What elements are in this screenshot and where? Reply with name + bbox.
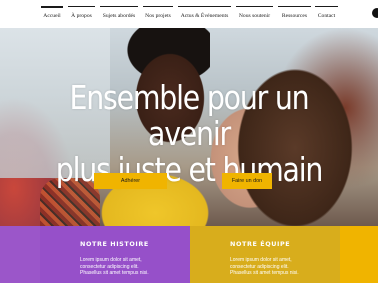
history-section-decor-strip <box>0 226 40 283</box>
nav-item-nos-projets[interactable]: Nos projets <box>143 6 173 28</box>
history-text-line: Lorem ipsum dolor sit amet, <box>80 257 142 263</box>
hero-title: Ensemble pour un avenir plus juste et hu… <box>26 80 351 188</box>
join-button[interactable]: Adhérer <box>94 173 167 189</box>
team-section: NOTRE ÉQUIPE Lorem ipsum dolor sit amet,… <box>190 226 340 283</box>
team-text-line: consectetur adipiscing elit. <box>230 263 289 270</box>
team-text-line: Lorem ipsum dolor sit amet, <box>230 257 292 263</box>
nav-item-nous-soutenir[interactable]: Nous soutenir <box>236 6 273 28</box>
nav-item-a-propos[interactable]: À propos <box>68 6 95 28</box>
nav-item-actus-evenements[interactable]: Actus & Événements <box>178 6 231 28</box>
hero-banner: Ensemble pour un avenir plus juste et hu… <box>0 28 378 226</box>
hero-title-line-1: Ensemble pour un avenir <box>69 78 310 153</box>
nav-item-sujets-abordes[interactable]: Sujets abordés <box>100 6 138 28</box>
history-text-line: consectetur adipiscing elit. <box>80 263 139 270</box>
nav-item-contact[interactable]: Contact <box>315 6 338 28</box>
team-section-title: NOTRE ÉQUIPE <box>230 240 291 248</box>
main-navigation: Accueil À propos Sujets abordés Nos proj… <box>0 0 378 28</box>
history-section: NOTRE HISTOIRE Lorem ipsum dolor sit ame… <box>40 226 190 283</box>
team-section-decor-strip <box>340 226 378 283</box>
history-text-line: Phasellus sit amet tempus nisi. <box>80 270 149 277</box>
nav-item-accueil[interactable]: Accueil <box>41 6 63 28</box>
nav-item-ressources[interactable]: Ressources <box>278 6 311 28</box>
hero-title-line-2: plus juste et humain <box>55 150 324 189</box>
team-text-line: Phasellus sit amet tempus nisi. <box>230 270 299 277</box>
menu-toggle-icon[interactable] <box>372 8 378 18</box>
donate-button[interactable]: Faire un don <box>222 173 272 189</box>
team-section-text: Lorem ipsum dolor sit amet, consectetur … <box>230 257 340 277</box>
history-section-title: NOTRE HISTOIRE <box>80 240 149 248</box>
history-section-text: Lorem ipsum dolor sit amet, consectetur … <box>80 257 190 277</box>
